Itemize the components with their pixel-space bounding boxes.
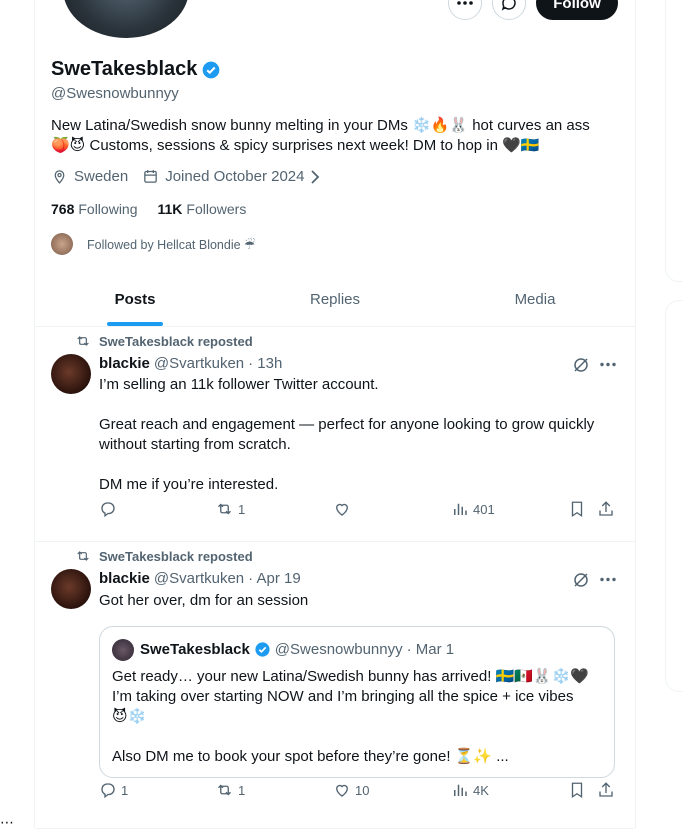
- bookmark-icon[interactable]: [568, 781, 586, 799]
- repost-label: SweTakesblack reposted: [99, 333, 253, 349]
- post-text: I’m selling an 11k follower Twitter acco…: [99, 376, 595, 493]
- following-link[interactable]: 768 Following: [51, 201, 138, 217]
- post-time[interactable]: · 13h: [248, 355, 282, 372]
- post-item[interactable]: SweTakesblack reposted blackie @Svartkuk…: [35, 542, 635, 829]
- post-author-handle[interactable]: @Svartkuken: [154, 570, 244, 587]
- verified-badge-icon[interactable]: [201, 60, 221, 80]
- followers-label: Followers: [186, 201, 247, 217]
- more-options-button[interactable]: [448, 0, 482, 20]
- repost-indicator: SweTakesblack reposted: [75, 333, 253, 349]
- profile-column: Follow SweTakesblack @Swesnowbunnyy New …: [34, 0, 636, 829]
- repost-label: SweTakesblack reposted: [99, 548, 253, 564]
- tab-media[interactable]: Media: [435, 272, 635, 326]
- follow-button[interactable]: Follow: [536, 0, 618, 20]
- like-button[interactable]: [333, 500, 355, 518]
- views-button[interactable]: 401: [451, 500, 495, 518]
- profile-tabs: Posts Replies Media: [35, 272, 635, 327]
- location-pin-icon: [54, 170, 65, 184]
- post-more-icon[interactable]: [600, 577, 616, 582]
- profile-handle: @Swesnowbunnyy: [51, 85, 179, 102]
- following-label: Following: [78, 201, 138, 217]
- quoted-header: SweTakesblack @Swesnowbunnyy · Mar 1: [140, 641, 454, 658]
- following-count: 768: [51, 201, 75, 217]
- more-icon: [457, 1, 473, 5]
- like-button[interactable]: 10: [333, 781, 369, 799]
- quoted-post[interactable]: SweTakesblack @Swesnowbunnyy · Mar 1 Get…: [99, 626, 615, 778]
- views-icon: [454, 784, 467, 796]
- tab-replies[interactable]: Replies: [235, 272, 435, 326]
- repost-count: 1: [238, 782, 246, 798]
- profile-meta: Sweden Joined October 2024: [51, 168, 334, 185]
- tab-posts[interactable]: Posts: [35, 272, 235, 326]
- views-icon: [454, 503, 467, 515]
- location-text: Sweden: [74, 168, 129, 185]
- heart-icon: [336, 503, 348, 516]
- post-header: blackie @Svartkuken · Apr 19: [99, 570, 301, 587]
- post-time[interactable]: · Apr 19: [248, 570, 301, 587]
- profile-bio: New Latina/Swedish snow bunny melting in…: [51, 117, 590, 154]
- followers-count: 11K: [157, 201, 183, 217]
- repost-button[interactable]: 1: [215, 500, 245, 518]
- repost-icon: [77, 336, 89, 346]
- view-count: 4K: [473, 782, 489, 798]
- quoted-author-name: SweTakesblack: [140, 641, 250, 658]
- view-count: 401: [473, 501, 495, 517]
- followed-by[interactable]: Followed by Hellcat Blondie ☔: [51, 233, 255, 255]
- follow-counts: 768 Following 11K Followers: [51, 201, 246, 217]
- profile-name-row: SweTakesblack: [51, 58, 221, 81]
- post-header: blackie @Svartkuken · 13h: [99, 355, 282, 372]
- share-icon[interactable]: [597, 781, 615, 799]
- followed-by-text: Followed by Hellcat Blondie ☔: [87, 237, 256, 252]
- message-icon: [501, 0, 516, 11]
- views-button[interactable]: 4K: [451, 781, 489, 799]
- quoted-author-handle: @Swesnowbunnyy: [274, 641, 403, 658]
- repost-indicator: SweTakesblack reposted: [75, 548, 253, 564]
- profile-name: SweTakesblack: [51, 58, 198, 80]
- reply-button[interactable]: 1: [99, 781, 128, 799]
- repost-icon: [218, 503, 231, 515]
- post-item[interactable]: SweTakesblack reposted blackie @Svartkuk…: [35, 327, 635, 542]
- repost-count: 1: [238, 501, 246, 517]
- bookmark-icon[interactable]: [568, 500, 586, 518]
- calendar-icon: [144, 170, 158, 183]
- joined-item[interactable]: Joined October 2024: [142, 168, 320, 185]
- verified-badge-icon: [255, 642, 270, 657]
- post-author-avatar[interactable]: [51, 354, 91, 394]
- quoted-text: Get ready… your new Latina/Swedish bunny…: [112, 668, 589, 765]
- follower-avatar: [51, 233, 73, 255]
- reply-icon: [101, 783, 115, 799]
- heart-icon: [336, 784, 348, 797]
- joined-text: Joined October 2024: [165, 168, 305, 185]
- chevron-right-icon: [311, 169, 320, 184]
- location-item: Sweden: [51, 168, 128, 185]
- reply-button[interactable]: [99, 500, 121, 518]
- reply-icon: [101, 502, 115, 518]
- post-author-name[interactable]: blackie: [99, 355, 150, 372]
- post-author-handle[interactable]: @Svartkuken: [154, 355, 244, 372]
- share-icon[interactable]: [597, 500, 615, 518]
- message-button[interactable]: [492, 0, 526, 20]
- overflow-dots: ⋯: [0, 814, 14, 830]
- right-sidebar-edge: [665, 0, 683, 828]
- reply-count: 1: [121, 782, 129, 798]
- repost-button[interactable]: 1: [215, 781, 245, 799]
- post-text: Got her over, dm for an session: [99, 592, 309, 609]
- profile-avatar[interactable]: [63, 0, 189, 38]
- quoted-author-avatar: [112, 639, 134, 661]
- post-author-avatar[interactable]: [51, 569, 91, 609]
- repost-icon: [77, 551, 89, 561]
- post-author-name[interactable]: blackie: [99, 570, 150, 587]
- sidebar-card: [665, 0, 683, 282]
- post-more-icon[interactable]: [600, 362, 616, 367]
- quoted-time: · Mar 1: [406, 641, 455, 658]
- followers-link[interactable]: 11K Followers: [158, 201, 247, 217]
- grok-icon[interactable]: [572, 356, 590, 374]
- grok-icon[interactable]: [572, 571, 590, 589]
- repost-icon: [218, 784, 231, 796]
- like-count: 10: [355, 782, 370, 798]
- sidebar-card: [665, 300, 683, 692]
